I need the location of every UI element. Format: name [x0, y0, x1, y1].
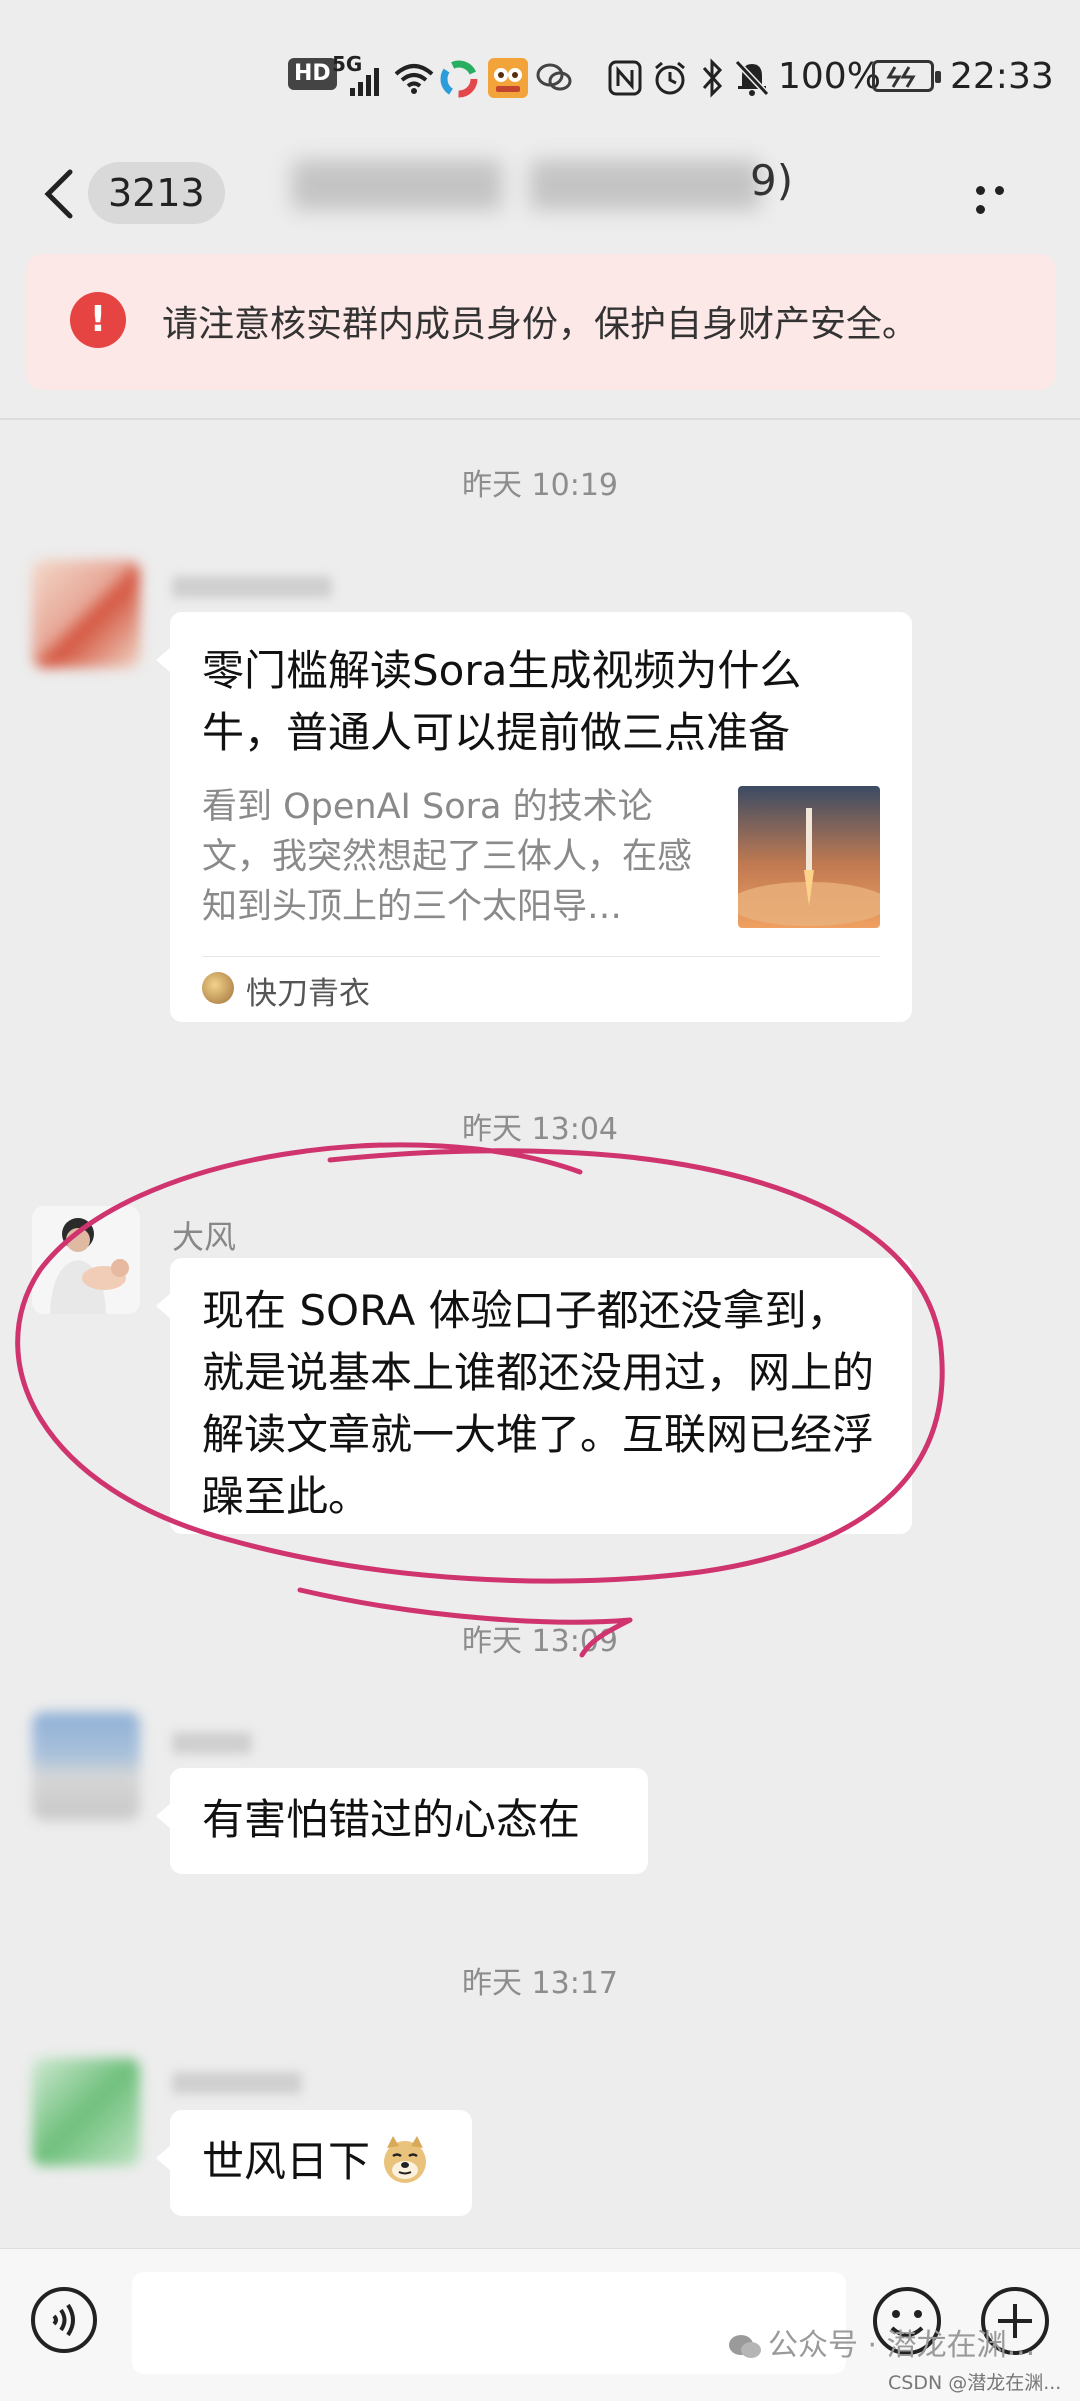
avatar[interactable]: [32, 2058, 140, 2166]
message-text: 有害怕错过的心态在: [202, 1795, 581, 1844]
unread-count-badge[interactable]: 3213: [88, 162, 225, 224]
sender-name-blurred: [172, 576, 332, 598]
wifi-icon: [394, 64, 434, 94]
group-member-count: 9): [750, 156, 794, 205]
message-bubble[interactable]: 有害怕错过的心态在: [156, 1768, 648, 1874]
alarm-icon: [655, 61, 685, 95]
chevron-left-icon[interactable]: [40, 168, 80, 220]
watermark: 公众号 · 潜龙在渊...: [728, 2320, 1035, 2364]
avatar[interactable]: [32, 1712, 140, 1820]
chat-bubble-icon: [536, 63, 572, 91]
timestamp: 昨天 13:04: [462, 1112, 618, 1147]
avatar[interactable]: [32, 560, 140, 668]
owl-app-icon: [488, 58, 528, 98]
sender-name-blurred: [172, 1732, 252, 1754]
more-dots-icon[interactable]: [976, 180, 1032, 214]
timestamp: 昨天 13:09: [462, 1624, 618, 1659]
status-bar: HD 5G 100% 22:33: [0, 0, 1080, 160]
alert-icon: !: [70, 292, 126, 348]
article-title: 零门槛解读Sora生成视频为什么牛，普通人可以提前做三点准备: [202, 646, 802, 757]
message-text: 现在 SORA 体验口子都还没拿到，就是说基本上谁都还没用过，网上的解读文章就一…: [202, 1286, 875, 1521]
article-description: 看到 OpenAI Sora 的技术论文，我突然想起了三体人，在感知到头顶上的三…: [202, 787, 693, 927]
timestamp: 昨天 10:19: [462, 468, 618, 503]
doge-emoji-icon: [384, 2136, 427, 2183]
clock: 22:33: [950, 56, 1054, 97]
battery-percent: 100%: [778, 56, 881, 97]
wechat-logo-icon: [729, 2334, 761, 2358]
divider: [0, 418, 1080, 420]
warning-text: 请注意核实群内成员身份，保护自身财产安全。: [162, 304, 919, 345]
bluetooth-icon: [702, 58, 723, 98]
watermark-text: 公众号 · 潜龙在渊...: [768, 2328, 1036, 2363]
hd-badge: HD: [288, 58, 337, 90]
article-thumbnail: [738, 786, 880, 928]
message-bubble[interactable]: 现在 SORA 体验口子都还没拿到，就是说基本上谁都还没用过，网上的解读文章就一…: [156, 1258, 912, 1534]
nfc-icon: [608, 60, 642, 96]
mute-bell-icon: [734, 59, 770, 97]
battery-icon: [872, 60, 941, 92]
app-notification-icon: [440, 60, 478, 98]
sender-name: 大风: [172, 1218, 237, 1256]
group-title-blurred: [292, 160, 502, 210]
card-divider: [202, 956, 880, 957]
article-source: 快刀青衣: [246, 976, 370, 1012]
signal-icon: [350, 68, 379, 96]
csdn-watermark: CSDN @潜龙在渊...: [888, 2372, 1062, 2394]
timestamp: 昨天 13:17: [462, 1966, 618, 2001]
sender-name-blurred: [172, 2072, 302, 2094]
voice-icon[interactable]: [30, 2286, 98, 2354]
message-text: 世风日下: [202, 2137, 371, 2186]
avatar[interactable]: [32, 1206, 140, 1314]
group-title-blurred-2: [530, 160, 760, 210]
message-bubble[interactable]: 世风日下: [156, 2110, 472, 2216]
source-avatar-icon: [202, 972, 234, 1004]
